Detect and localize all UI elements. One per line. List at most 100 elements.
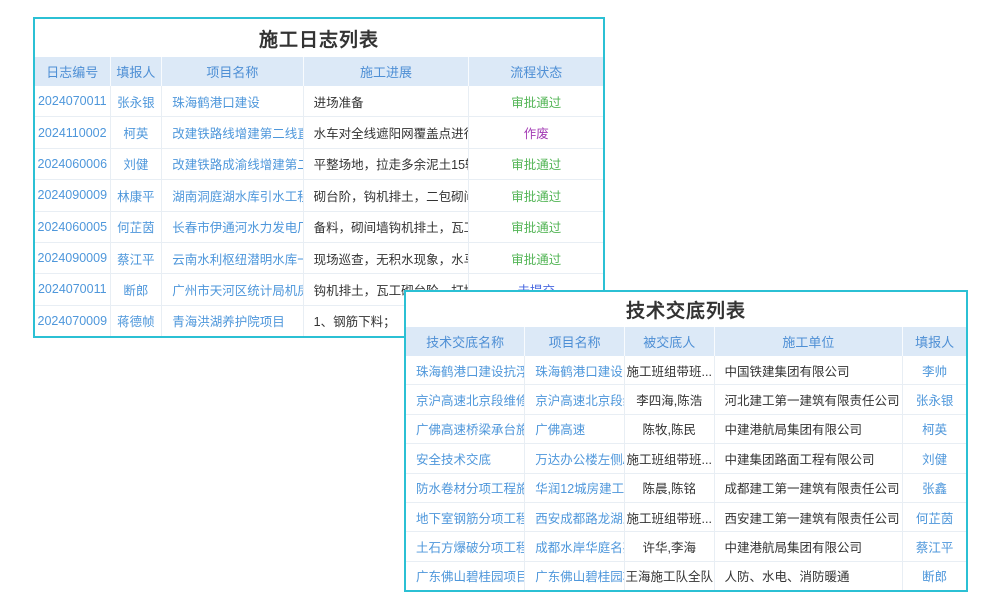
table-row: 土石方爆破分项工程...成都水岸华庭名苑...许华,李海中建港航局集团有限公司蔡…: [406, 531, 966, 560]
page-title: 施工日志列表: [35, 19, 603, 57]
table-header: 日志编号填报人项目名称施工进展流程状态: [35, 57, 603, 86]
reporter-link[interactable]: 蔡江平: [111, 243, 163, 273]
recipient-text: 许华,李海: [625, 532, 715, 560]
table-row: 地下室钢筋分项工程...西安成都路龙湖上...施工班组带班...西安建工第一建筑…: [406, 502, 966, 531]
project-link[interactable]: 成都水岸华庭名苑...: [525, 532, 625, 560]
reporter-link[interactable]: 何芷茵: [111, 212, 163, 242]
table-row: 京沪高速北京段维修...京沪高速北京段维修李四海,陈浩河北建工第一建筑有限责任公…: [406, 384, 966, 413]
disclosure-name-link[interactable]: 京沪高速北京段维修...: [406, 385, 525, 413]
progress-text: 砌台阶，钩机排土，二包砌间...: [304, 180, 470, 210]
log-id-link[interactable]: 2024070011: [35, 86, 111, 116]
reporter-link[interactable]: 断郎: [903, 562, 966, 590]
reporter-link[interactable]: 断郎: [111, 274, 163, 304]
disclosure-name-link[interactable]: 广佛高速桥梁承台施...: [406, 415, 525, 443]
reporter-link[interactable]: 蒋德帧: [111, 306, 163, 336]
table-row: 2024090009蔡江平云南水利枢纽潜明水库一...现场巡查，无积水现象，水马…: [35, 242, 603, 273]
table-row: 2024060005何芷茵长春市伊通河水力发电厂...备料，砌间墙钩机排土，瓦工…: [35, 211, 603, 242]
unit-text: 中建港航局集团有限公司: [715, 532, 904, 560]
reporter-link[interactable]: 张鑫: [903, 474, 966, 502]
status-badge: 审批通过: [469, 243, 602, 273]
log-id-link[interactable]: 2024070009: [35, 306, 111, 336]
table-row: 2024070011张永银珠海鹤港口建设进场准备审批通过: [35, 86, 603, 116]
table-row: 2024110002柯英改建铁路线增建第二线直...水车对全线遮阳网覆盖点进行.…: [35, 116, 603, 147]
reporter-link[interactable]: 柯英: [903, 415, 966, 443]
reporter-link[interactable]: 张永银: [111, 86, 163, 116]
table-row: 广佛高速桥梁承台施...广佛高速陈牧,陈民中建港航局集团有限公司柯英: [406, 414, 966, 443]
technical-disclosure-panel: 技术交底列表 技术交底名称项目名称被交底人施工单位填报人 珠海鹤港口建设抗浮..…: [404, 290, 968, 592]
project-link[interactable]: 云南水利枢纽潜明水库一...: [162, 243, 303, 273]
log-id-link[interactable]: 2024090009: [35, 180, 111, 210]
disclosure-name-link[interactable]: 广东佛山碧桂园项目...: [406, 562, 525, 590]
project-link[interactable]: 广东佛山碧桂园项目: [525, 562, 625, 590]
project-link[interactable]: 改建铁路成渝线增建第二...: [162, 149, 303, 179]
progress-text: 进场准备: [304, 86, 470, 116]
unit-text: 河北建工第一建筑有限责任公司: [715, 385, 904, 413]
column-header: 项目名称: [162, 57, 303, 86]
reporter-link[interactable]: 刘健: [903, 444, 966, 472]
project-link[interactable]: 湖南洞庭湖水库引水工程...: [162, 180, 303, 210]
progress-text: 备料，砌间墙钩机排土，瓦工...: [304, 212, 470, 242]
reporter-link[interactable]: 柯英: [111, 117, 163, 147]
log-id-link[interactable]: 2024090009: [35, 243, 111, 273]
reporter-link[interactable]: 张永银: [903, 385, 966, 413]
unit-text: 西安建工第一建筑有限责任公司: [715, 503, 904, 531]
project-link[interactable]: 珠海鹤港口建设: [162, 86, 303, 116]
table-row: 2024060006刘健改建铁路成渝线增建第二...平整场地，拉走多余泥土15辆…: [35, 148, 603, 179]
project-link[interactable]: 万达办公楼左侧A...: [525, 444, 625, 472]
table-row: 2024090009林康平湖南洞庭湖水库引水工程...砌台阶，钩机排土，二包砌间…: [35, 179, 603, 210]
reporter-link[interactable]: 蔡江平: [903, 532, 966, 560]
project-link[interactable]: 京沪高速北京段维修: [525, 385, 625, 413]
unit-text: 人防、水电、消防暖通: [715, 562, 904, 590]
status-badge: 审批通过: [469, 180, 602, 210]
status-badge: 作废: [469, 117, 602, 147]
project-link[interactable]: 青海洪湖养护院项目: [162, 306, 303, 336]
recipient-text: 陈晨,陈铭: [625, 474, 715, 502]
column-header: 项目名称: [525, 327, 625, 356]
unit-text: 成都建工第一建筑有限责任公司: [715, 474, 904, 502]
unit-text: 中国铁建集团有限公司: [715, 356, 904, 384]
table-row: 安全技术交底万达办公楼左侧A...施工班组带班...中建集团路面工程有限公司刘健: [406, 443, 966, 472]
column-header: 填报人: [111, 57, 163, 86]
column-header: 施工单位: [715, 327, 904, 356]
status-badge: 审批通过: [469, 212, 602, 242]
table-row: 珠海鹤港口建设抗浮...珠海鹤港口建设施工班组带班...中国铁建集团有限公司李帅: [406, 356, 966, 384]
recipient-text: 施工班组带班...: [625, 444, 715, 472]
disclosure-name-link[interactable]: 安全技术交底: [406, 444, 525, 472]
reporter-link[interactable]: 刘健: [111, 149, 163, 179]
project-link[interactable]: 长春市伊通河水力发电厂...: [162, 212, 303, 242]
project-link[interactable]: 改建铁路线增建第二线直...: [162, 117, 303, 147]
column-header: 被交底人: [625, 327, 715, 356]
unit-text: 中建港航局集团有限公司: [715, 415, 904, 443]
disclosure-name-link[interactable]: 土石方爆破分项工程...: [406, 532, 525, 560]
recipient-text: 王海施工队全队: [625, 562, 715, 590]
log-id-link[interactable]: 2024070011: [35, 274, 111, 304]
table-row: 广东佛山碧桂园项目...广东佛山碧桂园项目王海施工队全队人防、水电、消防暖通断郎: [406, 561, 966, 590]
disclosure-name-link[interactable]: 防水卷材分项工程施...: [406, 474, 525, 502]
reporter-link[interactable]: 林康平: [111, 180, 163, 210]
table-body: 珠海鹤港口建设抗浮...珠海鹤港口建设施工班组带班...中国铁建集团有限公司李帅…: [406, 356, 966, 590]
log-id-link[interactable]: 2024110002: [35, 117, 111, 147]
column-header: 施工进展: [304, 57, 470, 86]
reporter-link[interactable]: 李帅: [903, 356, 966, 384]
table-row: 防水卷材分项工程施...华润12城房建工...陈晨,陈铭成都建工第一建筑有限责任…: [406, 473, 966, 502]
project-link[interactable]: 广佛高速: [525, 415, 625, 443]
project-link[interactable]: 西安成都路龙湖上...: [525, 503, 625, 531]
column-header: 流程状态: [469, 57, 602, 86]
page-title: 技术交底列表: [406, 292, 966, 327]
column-header: 填报人: [903, 327, 966, 356]
recipient-text: 李四海,陈浩: [625, 385, 715, 413]
disclosure-name-link[interactable]: 珠海鹤港口建设抗浮...: [406, 356, 525, 384]
project-link[interactable]: 珠海鹤港口建设: [525, 356, 625, 384]
log-id-link[interactable]: 2024060006: [35, 149, 111, 179]
column-header: 技术交底名称: [406, 327, 525, 356]
disclosure-name-link[interactable]: 地下室钢筋分项工程...: [406, 503, 525, 531]
recipient-text: 施工班组带班...: [625, 356, 715, 384]
reporter-link[interactable]: 何芷茵: [903, 503, 966, 531]
column-header: 日志编号: [35, 57, 111, 86]
status-badge: 审批通过: [469, 149, 602, 179]
project-link[interactable]: 华润12城房建工...: [525, 474, 625, 502]
progress-text: 水车对全线遮阳网覆盖点进行...: [304, 117, 470, 147]
log-id-link[interactable]: 2024060005: [35, 212, 111, 242]
project-link[interactable]: 广州市天河区统计局机房...: [162, 274, 303, 304]
recipient-text: 施工班组带班...: [625, 503, 715, 531]
